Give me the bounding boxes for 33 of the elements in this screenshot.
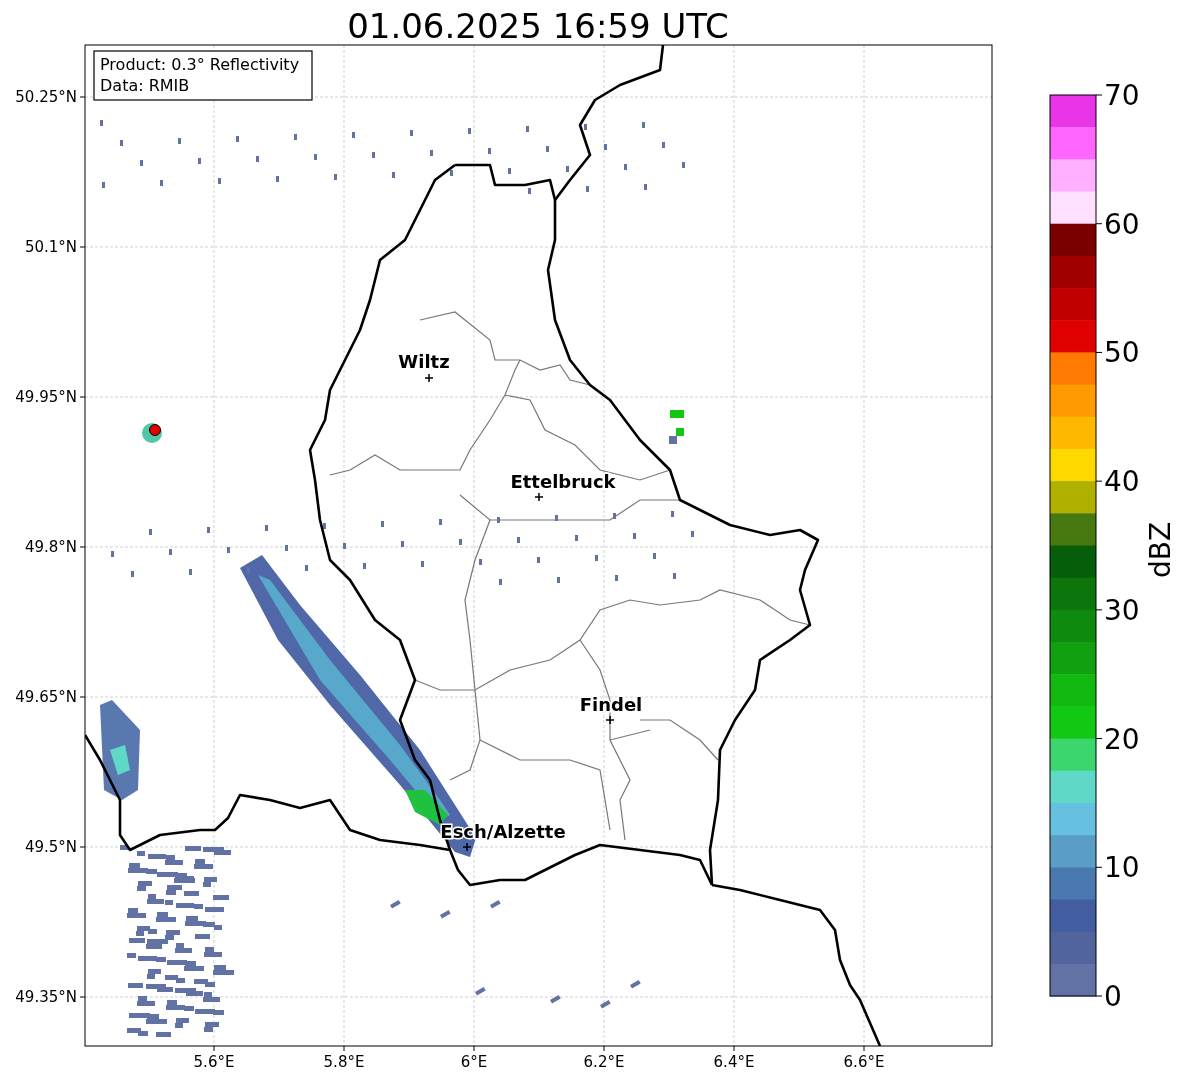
colorbar-tick-label: 60 — [1104, 207, 1140, 241]
axis-tick-label: 6°E — [460, 1053, 488, 1071]
axis-tick-label: 50.25°N — [15, 88, 77, 106]
place-label: Wiltz — [398, 351, 450, 372]
plus-marker-icon — [424, 373, 434, 383]
colorbar-tick-label: 20 — [1104, 722, 1140, 756]
axis-tick-label: 5.6°E — [193, 1053, 235, 1071]
colorbar-tick-label: 0 — [1104, 980, 1122, 1013]
colorbar-tick-label: 70 — [1104, 79, 1140, 112]
colorbar-tick-label: 30 — [1104, 593, 1140, 627]
info-text: Product: 0.3° Reflectivity — [100, 55, 300, 74]
info-text: Data: RMIB — [100, 76, 190, 95]
axis-tick-label: 50.1°N — [24, 238, 77, 256]
plus-marker-icon — [462, 842, 472, 852]
chart-title: 01.06.2025 16:59 UTC — [347, 6, 729, 46]
axis-tick-label: 5.8°E — [323, 1053, 365, 1071]
place-label: Ettelbruck — [510, 471, 616, 492]
axis-tick-label: 49.8°N — [24, 538, 77, 556]
axis-tick-label: 49.65°N — [15, 688, 77, 706]
colorbar-tick-label: 50 — [1104, 336, 1140, 370]
colorbar-tick-label: 10 — [1104, 851, 1140, 885]
axis-tick-label: 6.2°E — [583, 1053, 625, 1071]
axis-tick-label: 49.95°N — [15, 388, 77, 406]
axis-tick-label: 6.4°E — [713, 1053, 755, 1071]
axis-tick-label: 6.6°E — [843, 1053, 885, 1071]
axis-tick-label: 49.35°N — [15, 988, 77, 1006]
place-label: Findel — [579, 694, 643, 715]
plus-marker-icon — [605, 715, 615, 725]
radar-site-marker — [142, 423, 162, 443]
colorbar-label: dBZ — [1144, 521, 1177, 579]
colorbar-tick-label: 40 — [1104, 465, 1140, 499]
axis-tick-label: 49.5°N — [24, 838, 77, 856]
plus-marker-icon — [534, 492, 544, 502]
